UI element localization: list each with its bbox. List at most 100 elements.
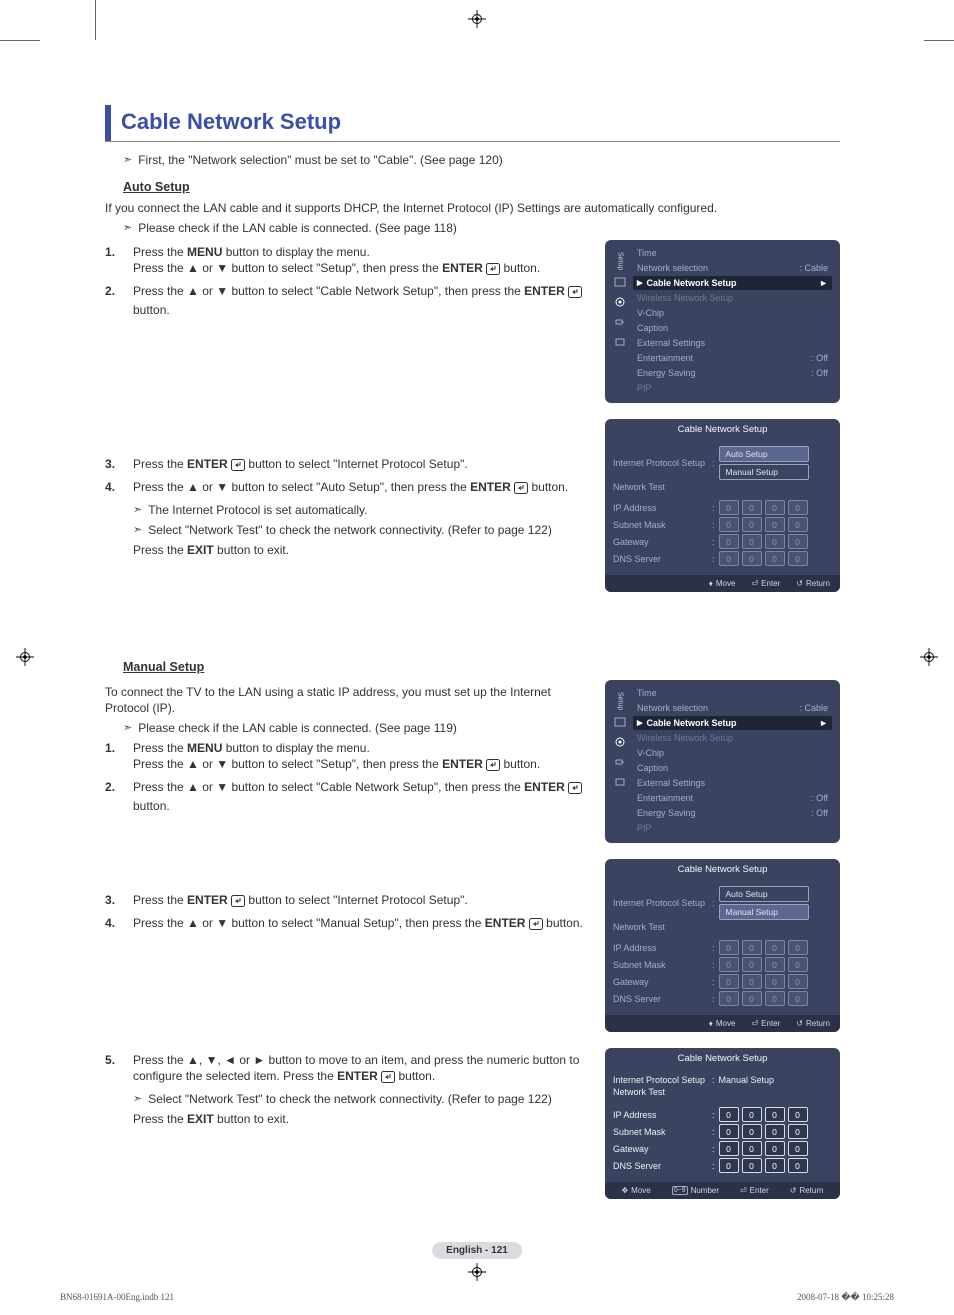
- osd-ip-label: IP Address: [613, 943, 708, 953]
- osd-option-auto[interactable]: Auto Setup: [719, 886, 809, 902]
- auto-step-3: Press the ENTER button to select "Intern…: [105, 456, 587, 475]
- note-arrow-icon: ➣: [133, 1091, 142, 1107]
- osd-nettest-label: Network Test: [613, 1087, 708, 1097]
- auto-step-2: Press the ▲ or ▼ button to select "Cable…: [105, 283, 587, 318]
- auto-step-1: Press the MENU button to display the men…: [105, 244, 587, 279]
- ip-octet-cell: 0: [765, 534, 785, 549]
- ip-octet-cell: 0: [765, 991, 785, 1006]
- ip-octet-cell[interactable]: 0: [719, 1141, 739, 1156]
- ip-octet-cell[interactable]: 0: [765, 1158, 785, 1173]
- enter-icon: [486, 759, 500, 775]
- ip-octet-cell[interactable]: 0: [788, 1141, 808, 1156]
- osd-setup-menu: Setup TimeNetwork selection: Cable▸Cable…: [605, 680, 840, 843]
- ip-octet-cell[interactable]: 0: [742, 1107, 762, 1122]
- osd-menu-item[interactable]: Energy Saving: Off: [633, 806, 832, 820]
- auto-setup-lead: If you connect the LAN cable and it supp…: [105, 200, 840, 216]
- ip-octet-cell[interactable]: 0: [788, 1158, 808, 1173]
- osd-option-manual[interactable]: Manual Setup: [719, 464, 809, 480]
- osd-menu-item[interactable]: ▸Cable Network Setup►: [633, 276, 832, 290]
- manual-setup-lead: To connect the TV to the LAN using a sta…: [105, 684, 587, 716]
- ip-octet-cell: 0: [742, 534, 762, 549]
- osd-ips-value: Manual Setup: [719, 1075, 775, 1085]
- ip-octet-cell: 0: [719, 991, 739, 1006]
- osd-menu-item[interactable]: V-Chip: [633, 306, 832, 320]
- input-icon: [614, 316, 626, 330]
- ip-octet-cell: 0: [788, 940, 808, 955]
- osd-menu-item[interactable]: External Settings: [633, 336, 832, 350]
- osd-menu-item[interactable]: Entertainment: Off: [633, 351, 832, 365]
- note-arrow-icon: ➣: [123, 720, 132, 736]
- osd-menu-item[interactable]: ▸Cable Network Setup►: [633, 716, 832, 730]
- manual-step-4: Press the ▲ or ▼ button to select "Manua…: [105, 915, 587, 934]
- osd-option-auto[interactable]: Auto Setup: [719, 446, 809, 462]
- ip-octet-cell[interactable]: 0: [788, 1107, 808, 1122]
- enter-icon: [381, 1071, 395, 1087]
- osd-cable-auto: Cable Network Setup Internet Protocol Se…: [605, 419, 840, 592]
- osd-menu-item[interactable]: PIP: [633, 381, 832, 395]
- osd-menu-item[interactable]: Energy Saving: Off: [633, 366, 832, 380]
- osd-ip-label: Subnet Mask: [613, 1127, 708, 1137]
- page-title: Cable Network Setup: [121, 105, 341, 141]
- doc-footer-left: BN68-01691A-00Eng.indb 121: [60, 1292, 174, 1303]
- ip-octet-cell[interactable]: 0: [765, 1124, 785, 1139]
- osd-ips-label: Internet Protocol Setup: [613, 458, 708, 468]
- ip-octet-cell[interactable]: 0: [765, 1107, 785, 1122]
- registration-mark-icon: [468, 1263, 486, 1281]
- ip-octet-cell[interactable]: 0: [719, 1124, 739, 1139]
- osd-ip-label: Gateway: [613, 977, 708, 987]
- ip-octet-cell: 0: [742, 957, 762, 972]
- ip-octet-cell[interactable]: 0: [742, 1158, 762, 1173]
- osd-menu-item[interactable]: External Settings: [633, 776, 832, 790]
- ip-octet-cell[interactable]: 0: [788, 1124, 808, 1139]
- app-icon: [614, 336, 626, 350]
- ip-octet-cell[interactable]: 0: [719, 1107, 739, 1122]
- enter-icon: [514, 482, 528, 498]
- osd-menu-item[interactable]: Caption: [633, 761, 832, 775]
- ip-octet-cell: 0: [788, 500, 808, 515]
- ip-octet-cell: 0: [742, 974, 762, 989]
- enter-icon: [486, 263, 500, 279]
- osd-title: Cable Network Setup: [605, 859, 840, 879]
- auto-step-4: Press the ▲ or ▼ button to select "Auto …: [105, 479, 587, 558]
- updown-icon: ♦: [709, 1019, 713, 1028]
- osd-menu-item[interactable]: V-Chip: [633, 746, 832, 760]
- osd-option-manual[interactable]: Manual Setup: [719, 904, 809, 920]
- osd-ips-label: Internet Protocol Setup: [613, 1075, 708, 1085]
- auto-setup-heading: Auto Setup: [123, 180, 840, 194]
- osd-menu-item[interactable]: Time: [633, 246, 832, 260]
- crop-mark: [95, 0, 96, 40]
- manual-step-5: Press the ▲, ▼, ◄ or ► button to move to…: [105, 1052, 587, 1127]
- osd-sidebar-label: Setup: [617, 252, 624, 270]
- osd-menu-item[interactable]: Entertainment: Off: [633, 791, 832, 805]
- ip-octet-cell: 0: [719, 551, 739, 566]
- osd-nettest-label: Network Test: [613, 482, 708, 492]
- osd-menu-item[interactable]: Network selection: Cable: [633, 261, 832, 275]
- osd-menu-item[interactable]: PIP: [633, 821, 832, 835]
- ip-octet-cell[interactable]: 0: [719, 1158, 739, 1173]
- manual-step-2: Press the ▲ or ▼ button to select "Cable…: [105, 779, 587, 814]
- note-arrow-icon: ➣: [123, 152, 132, 168]
- osd-menu-item[interactable]: Wireless Network Setup: [633, 731, 832, 745]
- ip-octet-cell: 0: [765, 500, 785, 515]
- osd-cable-manual-edit: Cable Network Setup Internet Protocol Se…: [605, 1048, 840, 1199]
- osd-ip-label: Gateway: [613, 1144, 708, 1154]
- osd-ip-label: Gateway: [613, 537, 708, 547]
- gear-icon: [614, 736, 626, 750]
- note-arrow-icon: ➣: [133, 522, 142, 538]
- manual-step-3: Press the ENTER button to select "Intern…: [105, 892, 587, 911]
- note-arrow-icon: ➣: [133, 502, 142, 518]
- osd-menu-item[interactable]: Wireless Network Setup: [633, 291, 832, 305]
- ip-octet-cell: 0: [788, 957, 808, 972]
- osd-menu-item[interactable]: Caption: [633, 321, 832, 335]
- ip-octet-cell[interactable]: 0: [765, 1141, 785, 1156]
- osd-title: Cable Network Setup: [605, 1048, 840, 1068]
- osd-menu-item[interactable]: Time: [633, 686, 832, 700]
- osd-nettest-label: Network Test: [613, 922, 708, 932]
- ip-octet-cell[interactable]: 0: [742, 1124, 762, 1139]
- auto-check-note: Please check if the LAN cable is connect…: [138, 220, 840, 236]
- ip-octet-cell: 0: [719, 940, 739, 955]
- ip-octet-cell[interactable]: 0: [742, 1141, 762, 1156]
- enter-icon: ⏎: [751, 579, 758, 588]
- osd-menu-item[interactable]: Network selection: Cable: [633, 701, 832, 715]
- manual-check-note: Please check if the LAN cable is connect…: [138, 720, 587, 736]
